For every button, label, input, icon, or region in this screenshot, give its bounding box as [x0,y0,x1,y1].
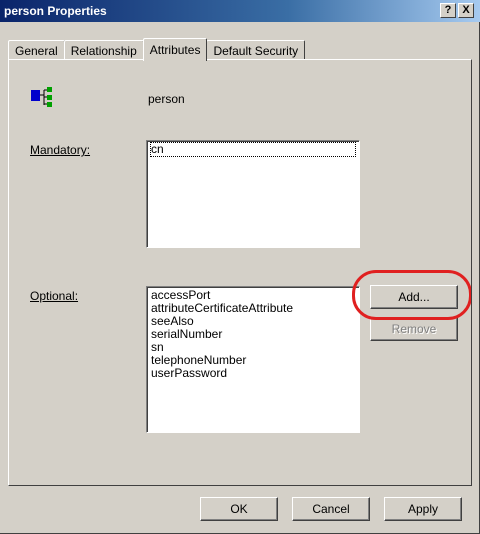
tab-strip: General Relationship Attributes Default … [8,38,306,61]
window-title: person Properties [4,4,107,18]
apply-button[interactable]: Apply [384,497,462,521]
title-bar[interactable]: person Properties ? X [0,0,480,22]
properties-dialog: person Properties ? X General Relationsh… [0,0,480,534]
tab-attributes[interactable]: Attributes [142,38,208,61]
close-button[interactable]: X [458,3,474,18]
attributes-panel [8,59,472,486]
cancel-button[interactable]: Cancel [292,497,370,521]
tab-relationship[interactable]: Relationship [63,40,144,60]
tab-general[interactable]: General [8,40,65,60]
help-button[interactable]: ? [440,3,456,18]
tab-default-security[interactable]: Default Security [206,40,306,60]
ok-button[interactable]: OK [200,497,278,521]
